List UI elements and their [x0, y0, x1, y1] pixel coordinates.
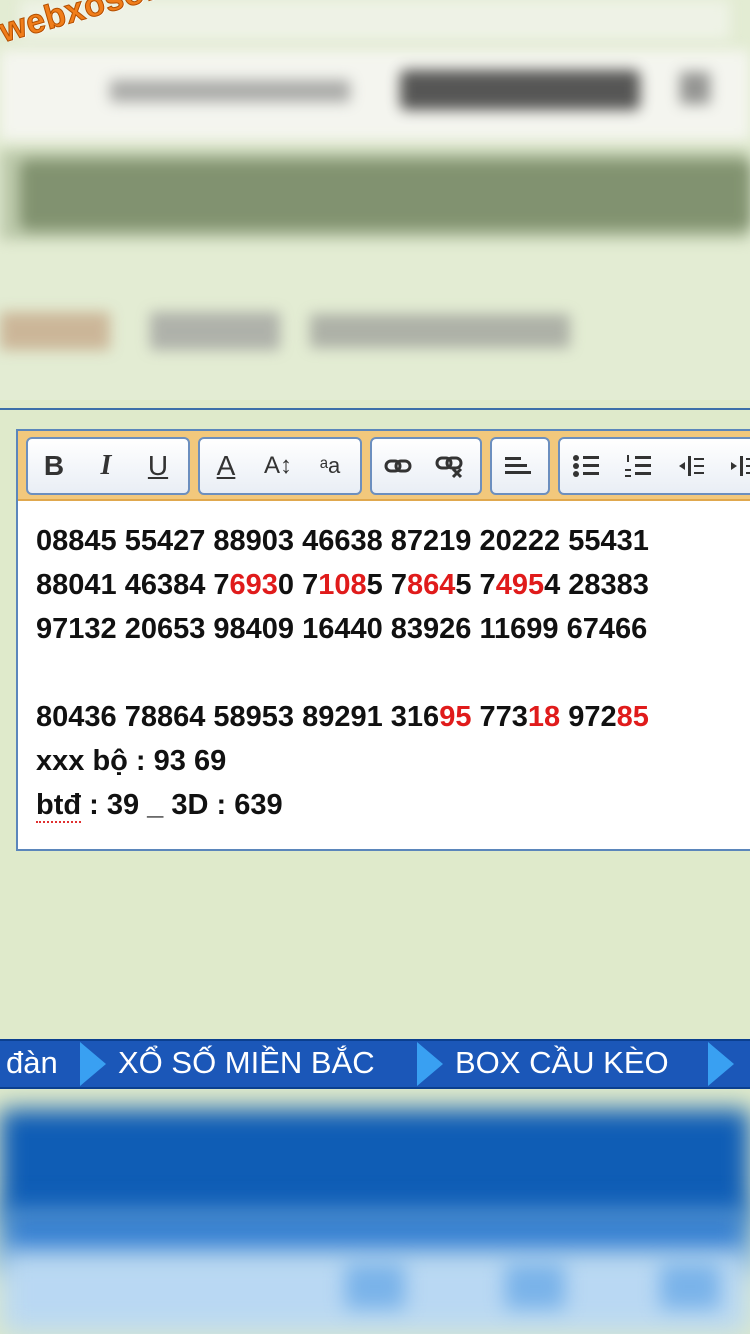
- nav-arrow-icon: [417, 1042, 443, 1086]
- blurred-menu-icon: [680, 72, 710, 104]
- nav-arrow-icon: [708, 1042, 734, 1086]
- divider-line: [0, 408, 750, 410]
- list-group: [558, 437, 750, 495]
- highlighted-number: 95: [439, 701, 472, 733]
- text-segment: 972: [560, 701, 617, 733]
- highlighted-number: 495: [495, 569, 545, 601]
- text-segment: xxx bộ : 93 69: [36, 745, 227, 777]
- editor-toolbar: B I U A A↕ ᵃa: [18, 431, 750, 501]
- numbered-list-icon[interactable]: [612, 439, 664, 493]
- font-family-button[interactable]: ᵃa: [304, 439, 356, 493]
- blurred-title-text: [110, 80, 350, 102]
- misspelled-word: btđ: [36, 789, 82, 823]
- text-segment: 97132 20653 98409 16440 83926 11699 6746…: [36, 613, 648, 645]
- blurred-post-meta-2: [150, 312, 280, 350]
- nav-arrow-icon: [80, 1042, 106, 1086]
- format-group: B I U: [26, 437, 190, 495]
- category-nav-bar: đàn XỔ SỐ MIỀN BẮC BOX CẦU KÈO: [0, 1039, 750, 1089]
- blurred-post-meta: [0, 312, 110, 350]
- editor-text-line: 97132 20653 98409 16440 83926 11699 6746…: [36, 607, 750, 651]
- editor-text-line: 80436 78864 58953 89291 31695 77318 9728…: [36, 695, 750, 739]
- blurred-title-button: [400, 70, 640, 110]
- indent-icon[interactable]: [716, 439, 750, 493]
- highlighted-number: 85: [616, 701, 649, 733]
- blurred-header: [0, 0, 750, 400]
- editor-text-line: [36, 651, 750, 695]
- rich-text-editor[interactable]: B I U A A↕ ᵃa 08845 55427 88903 46638 87…: [16, 429, 750, 851]
- text-segment: 80436 78864 58953 89291 316: [36, 701, 440, 733]
- unlink-icon[interactable]: [424, 439, 476, 493]
- editor-content[interactable]: 08845 55427 88903 46638 87219 20222 5543…: [36, 519, 750, 827]
- text-segment: 5 7: [455, 569, 496, 601]
- link-icon[interactable]: [372, 439, 424, 493]
- text-segment: 08845 55427 88903 46638 87219 20222 5543…: [36, 525, 649, 557]
- highlighted-number: 108: [318, 569, 367, 601]
- link-group: [370, 437, 482, 495]
- blurred-banner-band: [0, 150, 750, 240]
- italic-button[interactable]: I: [80, 439, 132, 493]
- underline-button[interactable]: U: [132, 439, 184, 493]
- nav-item-xo-so-mien-bac[interactable]: XỔ SỐ MIỀN BẮC: [118, 1045, 375, 1081]
- align-group: [490, 437, 550, 495]
- text-segment: 773: [471, 701, 528, 733]
- editor-text-line: 08845 55427 88903 46638 87219 20222 5543…: [36, 519, 750, 563]
- blurred-footer: [0, 1089, 750, 1334]
- text-segment: 0 7: [277, 569, 319, 601]
- font-group: A A↕ ᵃa: [198, 437, 362, 495]
- bullet-list-icon[interactable]: [560, 439, 612, 493]
- nav-item-dan[interactable]: đàn: [6, 1045, 58, 1081]
- editor-text-line: xxx bộ : 93 69: [36, 739, 750, 783]
- text-segment: 5 7: [366, 569, 407, 601]
- font-color-button[interactable]: A: [200, 439, 252, 493]
- nav-item-box-cau-keo[interactable]: BOX CẦU KÈO: [455, 1045, 669, 1081]
- highlighted-number: 693: [229, 569, 278, 601]
- blurred-footer-header: [0, 1109, 750, 1219]
- outdent-icon[interactable]: [664, 439, 716, 493]
- blurred-post-meta-3: [310, 314, 570, 348]
- blurred-tab-icon: [505, 1264, 565, 1309]
- highlighted-number: 18: [527, 701, 561, 733]
- text-segment: : 39 _ 3D : 639: [81, 789, 283, 821]
- text-segment: 4 28383: [544, 569, 649, 601]
- editor-text-line: 88041 46384 76930 71085 78645 74954 2838…: [36, 563, 750, 607]
- text-segment: 88041 46384 7: [36, 569, 230, 601]
- font-size-button[interactable]: A↕: [252, 439, 304, 493]
- align-left-icon[interactable]: [492, 439, 544, 493]
- blurred-tab-icon: [345, 1264, 405, 1309]
- editor-text-line: btđ : 39 _ 3D : 639: [36, 783, 750, 827]
- blurred-tab-icon: [660, 1264, 720, 1309]
- highlighted-number: 864: [406, 569, 456, 601]
- bold-button[interactable]: B: [28, 439, 80, 493]
